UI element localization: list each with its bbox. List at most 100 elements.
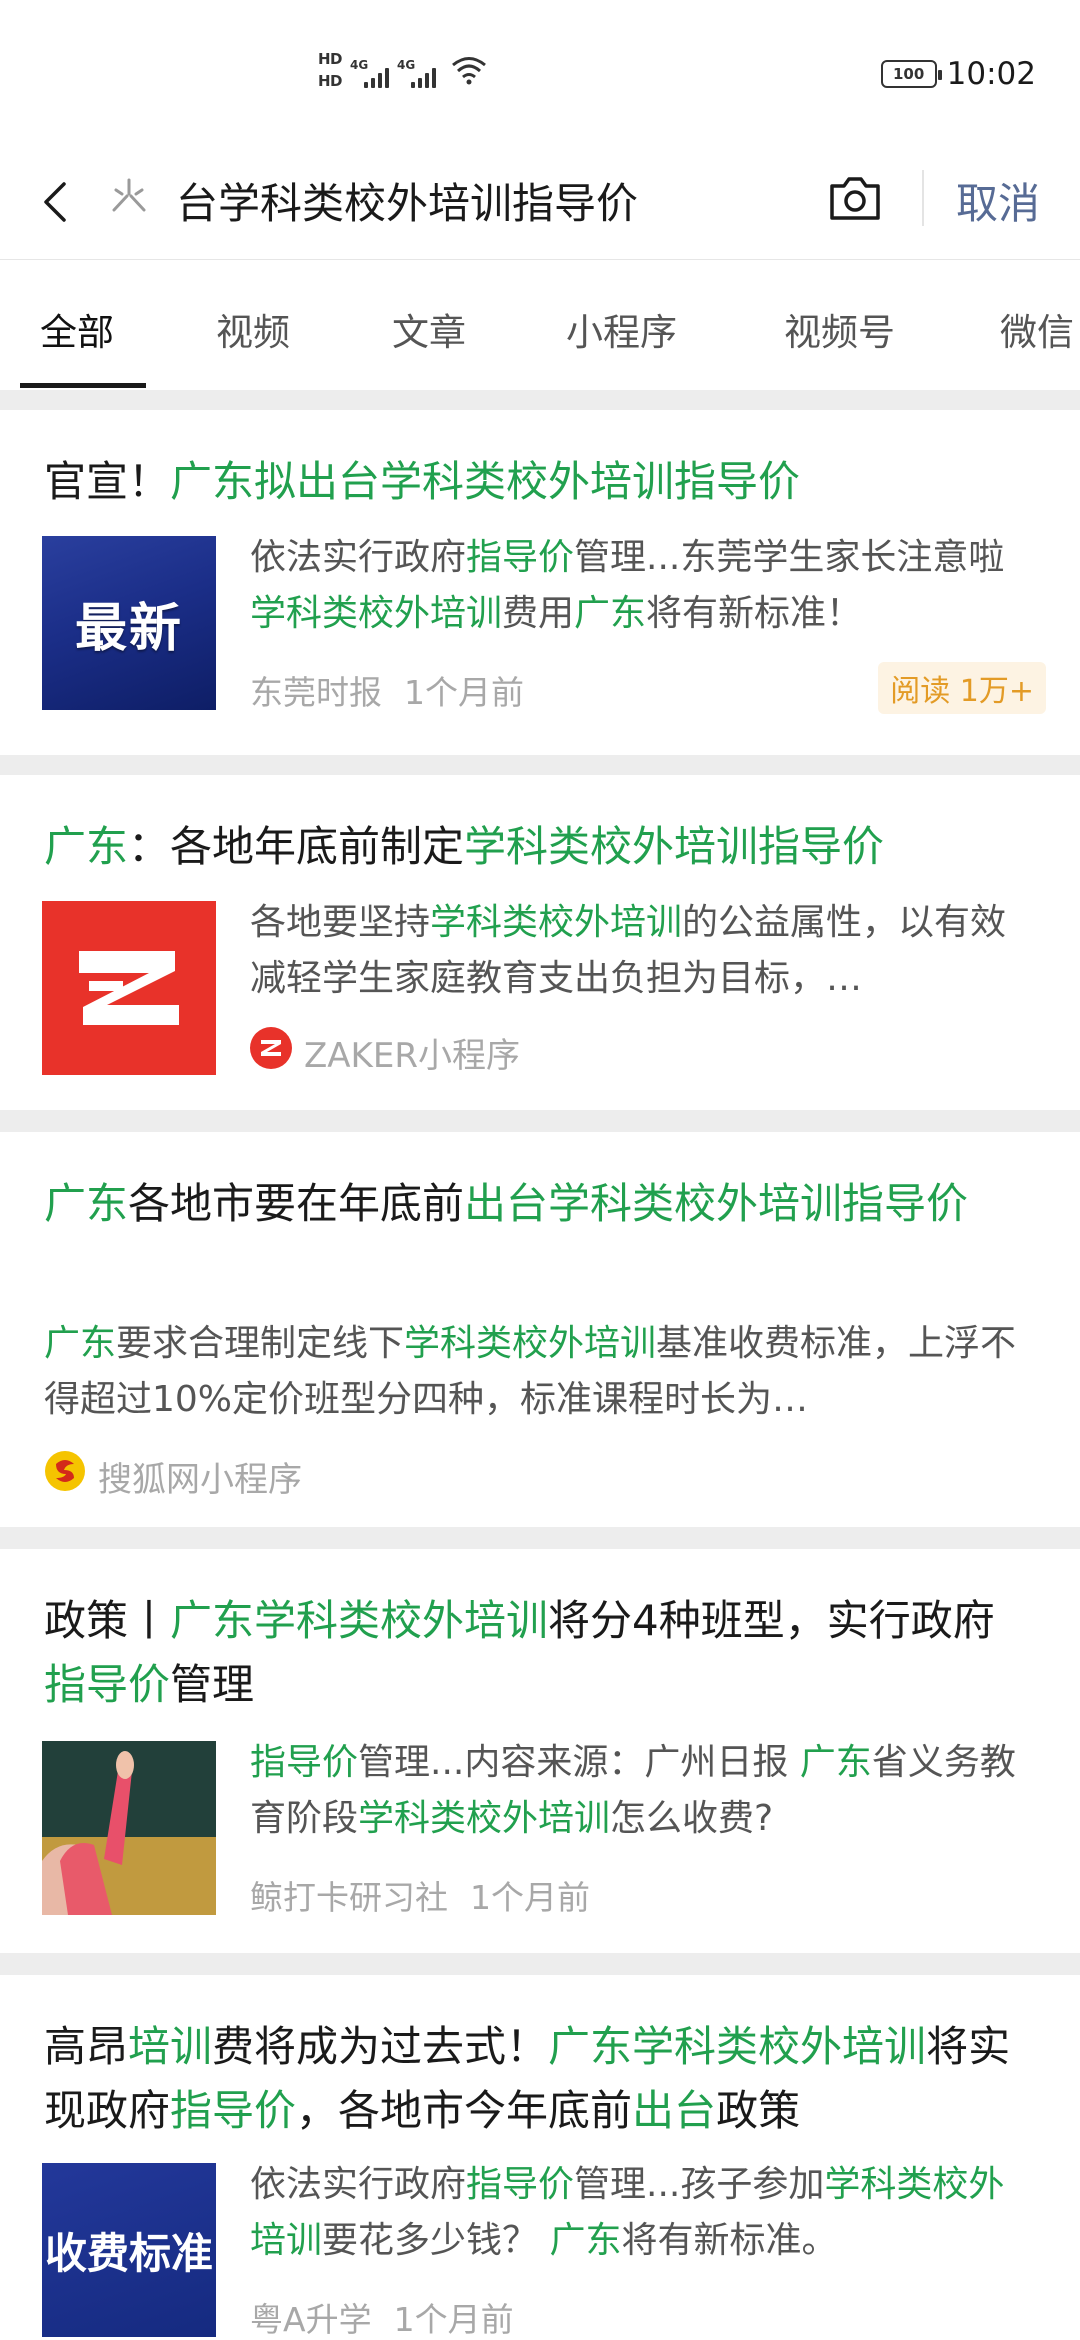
tab-video[interactable]: 视频 bbox=[216, 302, 290, 356]
network-type-1: 4G bbox=[350, 58, 369, 72]
signal-icon-1: 4G bbox=[350, 52, 390, 88]
keyword-highlight: 广东 bbox=[44, 1323, 117, 1364]
result-time: 1个月前 bbox=[404, 673, 524, 712]
keyword-highlight: 学科类校外培训 bbox=[358, 1798, 611, 1839]
result-thumbnail[interactable]: 收费标准 bbox=[42, 2163, 216, 2337]
text-segment: 费用 bbox=[502, 593, 575, 634]
text-segment: 政策 bbox=[716, 2086, 801, 2135]
tab-all[interactable]: 全部 bbox=[40, 302, 114, 356]
text-segment: 各地市要在年底前 bbox=[128, 1179, 465, 1228]
classroom-photo bbox=[42, 1741, 216, 1915]
read-count-badge: 阅读 1万+ bbox=[878, 662, 1046, 714]
network-type-2: 4G bbox=[397, 58, 416, 72]
result-source: ZAKER小程序 bbox=[304, 1036, 520, 1076]
search-result-card[interactable]: 广东：各地年底前制定学科类校外培训指导价 各地要坚持学科类校外培训的公益属性，以… bbox=[0, 775, 1080, 1110]
text-segment: 要花多少钱？ bbox=[322, 2220, 550, 2261]
text-segment: 管理...内容来源：广州日报 bbox=[358, 1742, 800, 1783]
result-thumbnail[interactable] bbox=[42, 1741, 216, 1915]
result-meta: 东莞时报 1个月前 bbox=[250, 666, 524, 714]
result-snippet: 广东要求合理制定线下学科类校外培训基准收费标准，上浮不得超过10%定价班型分四种… bbox=[44, 1316, 1026, 1428]
keyword-highlight: 学科类校外培训指导价 bbox=[464, 822, 885, 871]
text-segment: 将分4种班型，实行政府 bbox=[548, 1596, 995, 1645]
result-time: 1个月前 bbox=[470, 1878, 590, 1917]
text-segment: ，各地市今年底前 bbox=[296, 2086, 633, 2135]
keyword-highlight: 广东学科类校外培训 bbox=[170, 1596, 549, 1645]
section-separator bbox=[0, 1953, 1080, 1975]
sohu-fox-icon bbox=[45, 1451, 85, 1491]
text-segment: 各地要坚持 bbox=[250, 902, 431, 943]
keyword-highlight: 广东 bbox=[44, 1179, 129, 1228]
text-segment: 管理...东莞学生家长注意啦 bbox=[574, 537, 1005, 578]
result-thumbnail[interactable]: 最新 bbox=[42, 536, 216, 710]
text-segment: 管理...孩子参加 bbox=[574, 2164, 825, 2205]
result-snippet: 各地要坚持学科类校外培训的公益属性，以有效减轻学生家庭教育支出负担为目标，… bbox=[250, 895, 1026, 1007]
search-input[interactable]: 台学科类校外培训指导价 bbox=[176, 170, 638, 231]
status-bar: HD HD 4G 4G 100 10:02 bbox=[0, 0, 1080, 150]
keyword-highlight: 指导价 bbox=[250, 1742, 359, 1783]
sparkle-icon bbox=[112, 178, 146, 212]
zaker-logo-icon bbox=[79, 951, 179, 1025]
result-source: 搜狐网小程序 bbox=[98, 1460, 302, 1500]
keyword-highlight: 指导价 bbox=[466, 537, 575, 578]
text-segment: 高昂 bbox=[44, 2022, 129, 2071]
search-result-card[interactable]: 广东各地市要在年底前出台学科类校外培训指导价 广东要求合理制定线下学科类校外培训… bbox=[0, 1132, 1080, 1527]
active-tab-indicator bbox=[20, 383, 146, 388]
wifi-icon bbox=[452, 57, 486, 85]
text-segment: 政策丨 bbox=[44, 1596, 171, 1645]
search-result-card[interactable]: 高昂培训费将成为过去式！广东学科类校外培训将实现政府指导价，各地市今年底前出台政… bbox=[0, 1975, 1080, 2340]
result-title[interactable]: 高昂培训费将成为过去式！广东学科类校外培训将实现政府指导价，各地市今年底前出台政… bbox=[44, 2015, 1036, 2143]
tab-wechat[interactable]: 微信 bbox=[1000, 302, 1074, 356]
search-result-card[interactable]: 官宣！广东拟出台学科类校外培训指导价 最新 依法实行政府指导价管理...东莞学生… bbox=[0, 410, 1080, 755]
zaker-icon bbox=[250, 1027, 292, 1069]
text-segment: 费将成为过去式！ bbox=[212, 2022, 549, 2071]
tab-channels[interactable]: 视频号 bbox=[784, 302, 895, 356]
status-time: 10:02 bbox=[946, 56, 1036, 92]
hd-label-2: HD bbox=[318, 72, 343, 90]
tab-mini-programs[interactable]: 小程序 bbox=[566, 302, 677, 356]
result-source: 东莞时报 bbox=[250, 673, 382, 712]
keyword-highlight: 指导价 bbox=[170, 2086, 297, 2135]
text-segment: 将有新标准！ bbox=[646, 593, 863, 634]
keyword-highlight: 指导价 bbox=[466, 2164, 575, 2205]
text-segment: 管理 bbox=[170, 1660, 255, 1709]
keyword-highlight: 广东 bbox=[549, 2220, 622, 2261]
thumbnail-text: 收费标准 bbox=[44, 2228, 213, 2278]
keyword-highlight: 学科类校外培训 bbox=[250, 593, 503, 634]
text-segment: ：各地年底前制定 bbox=[128, 822, 465, 871]
result-title[interactable]: 广东各地市要在年底前出台学科类校外培训指导价 bbox=[44, 1172, 1036, 1236]
search-result-card[interactable]: 政策丨广东学科类校外培训将分4种班型，实行政府指导价管理 指导价管理...内容来… bbox=[0, 1549, 1080, 1953]
battery-level: 100 bbox=[893, 65, 925, 83]
result-snippet: 依法实行政府指导价管理...东莞学生家长注意啦学科类校外培训费用广东将有新标准！ bbox=[250, 530, 1026, 642]
text-segment: 要求合理制定线下 bbox=[116, 1323, 405, 1364]
result-title[interactable]: 广东：各地年底前制定学科类校外培训指导价 bbox=[44, 815, 1036, 879]
text-segment: 依法实行政府 bbox=[250, 2164, 467, 2205]
keyword-highlight: 学科类校外培训 bbox=[404, 1323, 657, 1364]
back-arrow-icon[interactable] bbox=[36, 172, 76, 232]
camera-icon[interactable] bbox=[826, 172, 884, 224]
keyword-highlight: 出台 bbox=[632, 2086, 717, 2135]
result-snippet: 依法实行政府指导价管理...孩子参加学科类校外培训要花多少钱？ 广东将有新标准。 bbox=[250, 2157, 1026, 2269]
text-segment: 依法实行政府 bbox=[250, 537, 467, 578]
result-meta: 鲸打卡研习社 1个月前 bbox=[250, 1871, 590, 1919]
result-title[interactable]: 政策丨广东学科类校外培训将分4种班型，实行政府指导价管理 bbox=[44, 1589, 1036, 1717]
header-divider bbox=[922, 170, 924, 226]
keyword-highlight: 培训 bbox=[128, 2022, 213, 2071]
cancel-button[interactable]: 取消 bbox=[956, 170, 1040, 231]
tab-articles[interactable]: 文章 bbox=[392, 302, 466, 356]
keyword-highlight: 学科类校外培训 bbox=[430, 902, 683, 943]
section-separator bbox=[0, 390, 1080, 410]
section-separator bbox=[0, 1527, 1080, 1549]
keyword-highlight: 广东学科类校外培训 bbox=[548, 2022, 927, 2071]
result-thumbnail[interactable] bbox=[42, 901, 216, 1075]
keyword-highlight: 广东 bbox=[799, 1742, 872, 1783]
result-title[interactable]: 官宣！广东拟出台学科类校外培训指导价 bbox=[44, 450, 1036, 514]
result-time: 1个月前 bbox=[393, 2300, 514, 2339]
keyword-highlight: 指导价 bbox=[44, 1660, 171, 1709]
sim-indicators: HD HD 4G 4G bbox=[318, 50, 488, 90]
thumbnail-text: 最新 bbox=[74, 598, 183, 659]
battery-icon: 100 bbox=[880, 60, 942, 88]
search-tabs: 全部 视频 文章 小程序 视频号 微信 bbox=[0, 260, 1080, 390]
result-source: 鲸打卡研习社 bbox=[250, 1878, 448, 1917]
search-header: 台学科类校外培训指导价 取消 bbox=[0, 150, 1080, 260]
text-segment: 将有新标准。 bbox=[621, 2220, 838, 2261]
